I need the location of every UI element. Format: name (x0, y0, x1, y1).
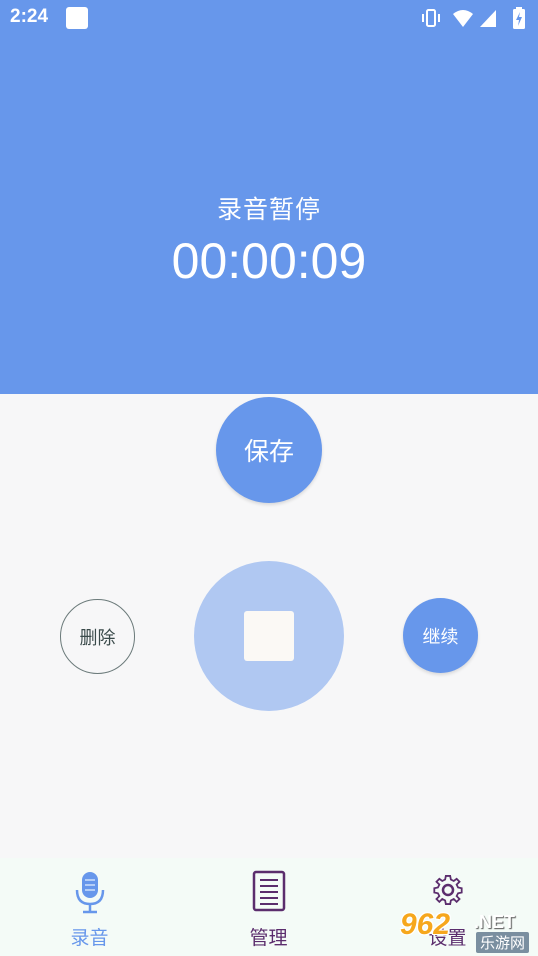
stop-square-icon (244, 611, 294, 661)
nav-label-record: 录音 (70, 927, 109, 949)
notification-square-icon (66, 7, 88, 29)
wifi-icon (453, 10, 473, 27)
recording-timer: 00:00:09 (171, 233, 367, 289)
vibrate-icon (422, 9, 440, 27)
battery-charging-icon (513, 7, 525, 29)
status-bar: 2:24 (0, 0, 538, 36)
site-watermark: 962 .NET 乐游网 (400, 908, 534, 954)
status-icons (420, 7, 530, 29)
recording-state-label: 录音暂停 (216, 195, 321, 224)
nav-item-record[interactable]: 录音 (0, 858, 179, 956)
stop-button[interactable] (194, 561, 344, 711)
delete-button[interactable]: 删除 (60, 599, 135, 674)
watermark-number: 962 (400, 908, 451, 941)
status-time: 2:24 (10, 6, 49, 27)
nav-item-manage[interactable]: 管理 (179, 858, 358, 956)
watermark-name: 乐游网 (476, 932, 530, 953)
watermark-domain: .NET (474, 912, 516, 932)
nav-label-manage: 管理 (249, 927, 288, 949)
save-button[interactable]: 保存 (216, 397, 322, 503)
continue-button[interactable]: 继续 (403, 598, 478, 673)
document-list-icon (252, 870, 286, 912)
microphone-icon (75, 872, 105, 914)
recorder-header-panel: 2:24 录音暂停 00:00:09 (0, 0, 538, 394)
cellular-signal-icon (480, 10, 496, 27)
